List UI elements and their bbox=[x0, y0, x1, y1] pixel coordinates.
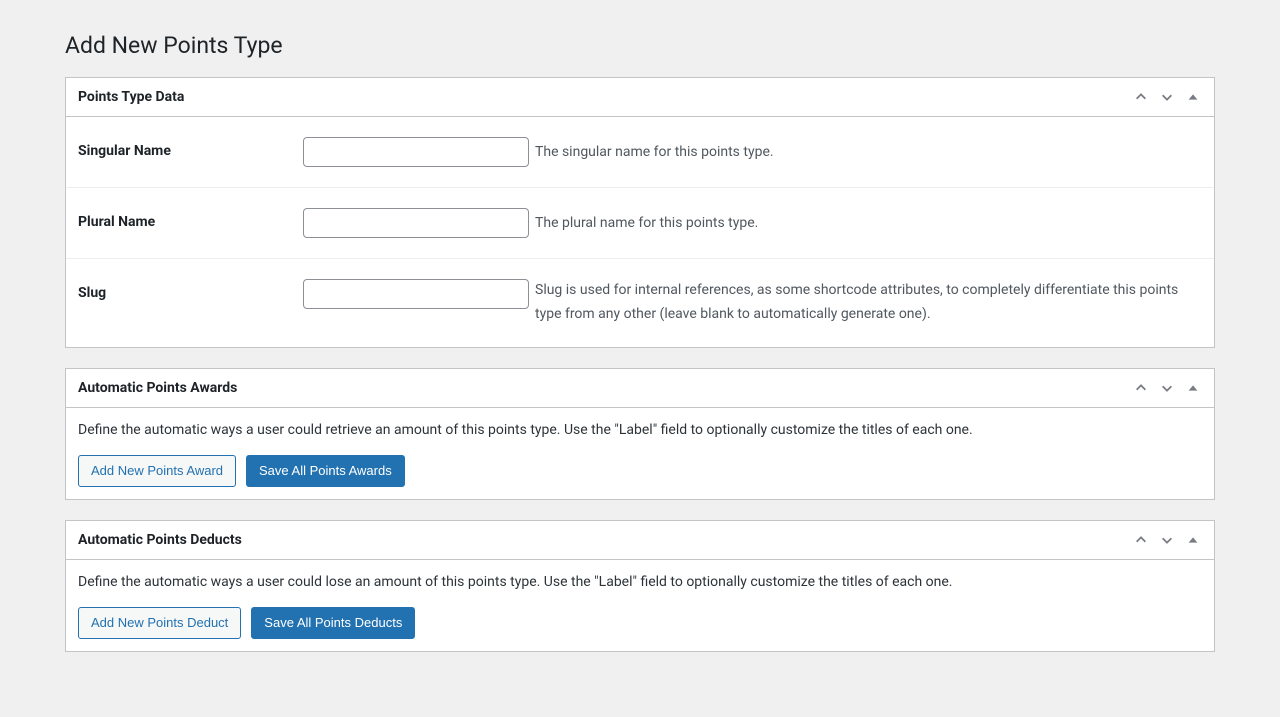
panel-header: Points Type Data bbox=[66, 78, 1214, 117]
field-singular-name: Singular Name The singular name for this… bbox=[66, 117, 1214, 188]
chevron-up-icon[interactable] bbox=[1132, 531, 1150, 549]
collapse-icon[interactable] bbox=[1184, 531, 1202, 549]
panel-controls bbox=[1132, 379, 1202, 397]
panel-controls bbox=[1132, 531, 1202, 549]
chevron-up-icon[interactable] bbox=[1132, 88, 1150, 106]
panel-body: Define the automatic ways a user could l… bbox=[66, 560, 1214, 651]
slug-input[interactable] bbox=[303, 279, 529, 309]
chevron-down-icon[interactable] bbox=[1158, 88, 1176, 106]
panel-controls bbox=[1132, 88, 1202, 106]
plural-name-input[interactable] bbox=[303, 208, 529, 238]
page-title: Add New Points Type bbox=[65, 32, 1215, 59]
panel-points-type-data: Points Type Data Singular Name The singu… bbox=[65, 77, 1215, 348]
panel-title: Automatic Points Awards bbox=[78, 380, 237, 396]
panel-title: Automatic Points Deducts bbox=[78, 532, 242, 548]
chevron-down-icon[interactable] bbox=[1158, 531, 1176, 549]
add-new-points-award-button[interactable]: Add New Points Award bbox=[78, 455, 236, 487]
save-all-points-deducts-button[interactable]: Save All Points Deducts bbox=[251, 607, 415, 639]
chevron-down-icon[interactable] bbox=[1158, 379, 1176, 397]
field-label: Slug bbox=[78, 279, 303, 301]
panel-body: Singular Name The singular name for this… bbox=[66, 117, 1214, 347]
panel-desc: Define the automatic ways a user could l… bbox=[78, 572, 1202, 593]
field-slug: Slug Slug is used for internal reference… bbox=[66, 259, 1214, 347]
panel-header: Automatic Points Awards bbox=[66, 369, 1214, 408]
panel-desc: Define the automatic ways a user could r… bbox=[78, 420, 1202, 441]
collapse-icon[interactable] bbox=[1184, 379, 1202, 397]
chevron-up-icon[interactable] bbox=[1132, 379, 1150, 397]
field-label: Singular Name bbox=[78, 137, 303, 159]
field-label: Plural Name bbox=[78, 208, 303, 230]
panel-automatic-points-deducts: Automatic Points Deducts Define the auto… bbox=[65, 520, 1215, 652]
add-new-points-deduct-button[interactable]: Add New Points Deduct bbox=[78, 607, 241, 639]
field-desc: The singular name for this points type. bbox=[535, 141, 774, 163]
panel-automatic-points-awards: Automatic Points Awards Define the autom… bbox=[65, 368, 1215, 500]
panel-body: Define the automatic ways a user could r… bbox=[66, 408, 1214, 499]
panel-title: Points Type Data bbox=[78, 89, 184, 105]
panel-header: Automatic Points Deducts bbox=[66, 521, 1214, 560]
save-all-points-awards-button[interactable]: Save All Points Awards bbox=[246, 455, 405, 487]
collapse-icon[interactable] bbox=[1184, 88, 1202, 106]
field-desc: The plural name for this points type. bbox=[535, 212, 758, 234]
field-desc: Slug is used for internal references, as… bbox=[535, 282, 1178, 322]
field-plural-name: Plural Name The plural name for this poi… bbox=[66, 188, 1214, 259]
singular-name-input[interactable] bbox=[303, 137, 529, 167]
